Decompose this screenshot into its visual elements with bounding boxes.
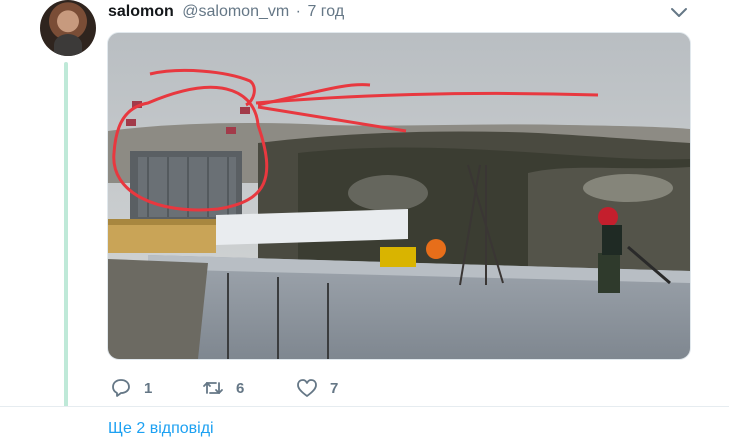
tweet-header: salomon @salomon_vm · 7 год bbox=[108, 3, 344, 21]
like-count: 7 bbox=[330, 379, 339, 397]
reply-icon bbox=[110, 377, 132, 399]
more-replies-row[interactable]: Ще 2 відповіді bbox=[0, 407, 729, 447]
heart-icon bbox=[296, 377, 318, 399]
chevron-down-icon[interactable] bbox=[670, 6, 688, 20]
thread-line bbox=[64, 62, 68, 413]
avatar[interactable] bbox=[40, 0, 96, 56]
reply-button[interactable]: 1 bbox=[110, 374, 152, 402]
header-separator: · bbox=[295, 3, 301, 20]
author-handle[interactable]: @salomon_vm bbox=[182, 3, 289, 20]
tweet[interactable]: salomon @salomon_vm · 7 год 1 6 7 bbox=[0, 0, 729, 438]
retweet-icon bbox=[202, 377, 224, 399]
like-button[interactable]: 7 bbox=[296, 374, 338, 402]
author-name[interactable]: salomon bbox=[108, 3, 174, 20]
more-replies-link[interactable]: Ще 2 відповіді bbox=[108, 420, 214, 438]
reply-count: 1 bbox=[144, 379, 153, 397]
tweet-time[interactable]: 7 год bbox=[307, 3, 344, 20]
retweet-count: 6 bbox=[236, 379, 245, 397]
retweet-button[interactable]: 6 bbox=[202, 374, 244, 402]
tweet-photo[interactable] bbox=[107, 32, 691, 360]
